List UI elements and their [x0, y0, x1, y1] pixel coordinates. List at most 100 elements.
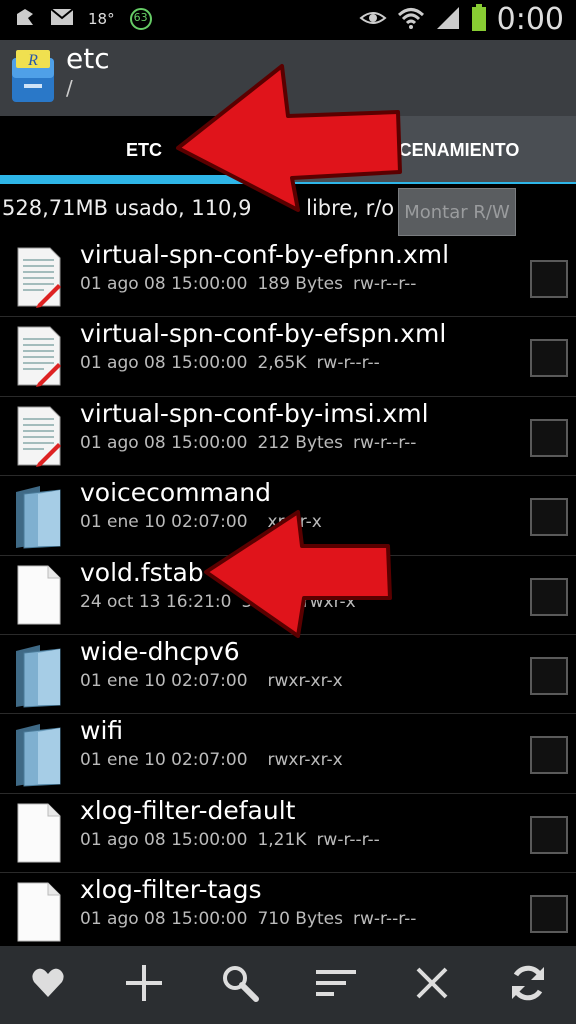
sort-icon [314, 968, 358, 1002]
file-row[interactable]: voicecommand 01 ene 10 02:07:00 xr-xr-x [0, 476, 576, 556]
file-size: 710 Bytes [257, 909, 343, 930]
file-permissions: xr-xr-x [267, 512, 322, 533]
file-meta: 01 ene 10 02:07:00 rwxr-xr-x [80, 750, 353, 770]
file-permissions: ---rwxr-x [284, 591, 356, 612]
sort-button[interactable] [306, 955, 366, 1015]
file-meta: 24 oct 13 16:21:0 30K ---rwxr-x [80, 592, 366, 612]
battery-icon [471, 3, 487, 36]
file-date: 24 oct 13 16:21:0 [80, 591, 232, 612]
file-select-checkbox[interactable] [530, 260, 568, 298]
file-size: 30K [241, 591, 275, 612]
file-permissions: rw-r--r-- [353, 274, 417, 294]
close-icon [415, 966, 449, 1004]
file-name: voicecommand [80, 478, 271, 508]
refresh-icon [508, 963, 548, 1007]
heart-icon [31, 967, 65, 1003]
file-permissions: rwxr-xr-x [267, 670, 343, 691]
file-icon [14, 564, 64, 630]
file-meta: 01 ene 10 02:07:00 xr-xr-x [80, 512, 332, 532]
signal-icon [435, 5, 461, 35]
file-date: 01 ago 08 15:00:00 [80, 829, 248, 850]
file-permissions: rw-r--r-- [316, 829, 380, 850]
file-row[interactable]: wifi 01 ene 10 02:07:00 rwxr-xr-x [0, 714, 576, 794]
file-meta: 01 ago 08 15:00:00 710 Bytes rw-r--r-- [80, 909, 426, 929]
file-list: virtual-spn-conf-by-efpnn.xml 01 ago 08 1… [0, 238, 576, 953]
search-button[interactable] [210, 955, 270, 1015]
file-date: 01 ene 10 02:07:00 [80, 750, 248, 771]
tab-selected-indicator [0, 175, 286, 183]
file-permissions: rw-r--r-- [353, 432, 417, 453]
file-permissions: rw-r--r-- [316, 353, 380, 374]
file-row[interactable]: xlog-filter-default 01 ago 08 15:00:00 1,2… [0, 794, 576, 874]
file-date: 01 ago 08 15:00:00 [80, 274, 248, 294]
file-name: xlog-filter-default [80, 795, 296, 825]
file-name: virtual-spn-conf-by-efpnn.xml [80, 240, 450, 269]
tab-almacenamiento[interactable]: ALMACENAMIENTO [290, 116, 576, 184]
file-size: 189 Bytes [257, 274, 343, 294]
storage-usage-text: 528,71MB usado, 110,9 libre, r/o [2, 196, 395, 220]
refresh-button[interactable] [498, 955, 558, 1015]
file-name: wifi [80, 716, 124, 746]
file-row[interactable]: virtual-spn-conf-by-efpnn.xml 01 ago 08 1… [0, 238, 576, 318]
gmail-icon [50, 8, 74, 30]
counter-badge-text: 63 [133, 11, 148, 24]
file-select-checkbox[interactable] [530, 339, 568, 378]
text-file-icon [14, 405, 64, 471]
tab-etc[interactable]: ETC [0, 116, 288, 184]
new-button[interactable] [114, 955, 174, 1015]
app-notification-icon [14, 6, 36, 32]
folder-icon [14, 722, 64, 792]
file-select-checkbox[interactable] [530, 418, 568, 457]
counter-badge-icon: 63 [129, 7, 153, 31]
file-date: 01 ago 08 15:00:00 [80, 909, 248, 930]
file-select-checkbox[interactable] [530, 736, 568, 775]
mount-rw-button[interactable]: Montar R/W [398, 188, 516, 236]
file-meta: 01 ago 08 15:00:00 212 Bytes rw-r--r-- [80, 433, 426, 453]
file-meta: 01 ago 08 15:00:00 2,65K rw-r--r-- [80, 353, 390, 373]
file-date: 01 ago 08 15:00:00 [80, 353, 248, 374]
file-name: wide-dhcpv6 [80, 636, 240, 666]
file-icon [14, 802, 64, 868]
file-permissions: rw-r--r-- [353, 909, 417, 930]
bottom-toolbar [0, 946, 576, 1024]
file-size: 212 Bytes [257, 432, 343, 453]
text-file-icon [14, 325, 64, 391]
bookmarks-button[interactable] [18, 955, 78, 1015]
file-size: 2,65K [257, 353, 307, 374]
temperature-text: 18° [88, 10, 115, 28]
file-row[interactable]: wide-dhcpv6 01 ene 10 02:07:00 rwxr-xr-x [0, 635, 576, 715]
file-select-checkbox[interactable] [530, 656, 568, 695]
file-row[interactable]: vold.fstab 24 oct 13 16:21:0 30K ---rwxr-x [0, 556, 576, 635]
status-bar: 18° 63 0:00 [0, 0, 576, 40]
file-row[interactable]: xlog-filter-tags 01 ago 08 15:00:00 710 By… [0, 873, 576, 953]
file-date: 01 ene 10 02:07:00 [80, 512, 248, 533]
folder-icon [14, 484, 64, 554]
root-explorer-logo-icon[interactable]: R [10, 48, 56, 108]
file-row[interactable]: virtual-spn-conf-by-efspn.xml 01 ago 08 1… [0, 317, 576, 397]
text-file-icon [14, 246, 64, 312]
search-icon [221, 964, 259, 1006]
file-select-checkbox[interactable] [530, 815, 568, 854]
file-date: 01 ene 10 02:07:00 [80, 670, 248, 691]
close-button[interactable] [402, 955, 462, 1015]
file-select-checkbox[interactable] [530, 577, 568, 616]
plus-icon [124, 963, 164, 1007]
folder-icon [14, 643, 64, 713]
svg-text:R: R [27, 52, 38, 69]
file-select-checkbox[interactable] [530, 498, 568, 537]
file-name: virtual-spn-conf-by-efspn.xml [80, 319, 447, 349]
file-meta: 01 ago 08 15:00:00 1,21K rw-r--r-- [80, 830, 390, 850]
file-permissions: rwxr-xr-x [267, 750, 343, 771]
file-name: virtual-spn-conf-by-imsi.xml [80, 398, 429, 428]
tab-bar: ETC ALMACENAMIENTO [0, 116, 576, 184]
app-header: R etc / [0, 40, 576, 116]
file-row[interactable]: virtual-spn-conf-by-imsi.xml 01 ago 08 15… [0, 397, 576, 477]
file-meta: 01 ago 08 15:00:00 189 Bytes rw-r--r-- [80, 274, 426, 294]
file-name: xlog-filter-tags [80, 875, 262, 905]
file-size: 1,21K [257, 829, 307, 850]
clock: 0:00 [496, 2, 564, 37]
file-name: vold.fstab [80, 557, 204, 587]
folder-title: etc [66, 42, 110, 75]
folder-path: / [66, 76, 73, 100]
file-select-checkbox[interactable] [530, 895, 568, 934]
